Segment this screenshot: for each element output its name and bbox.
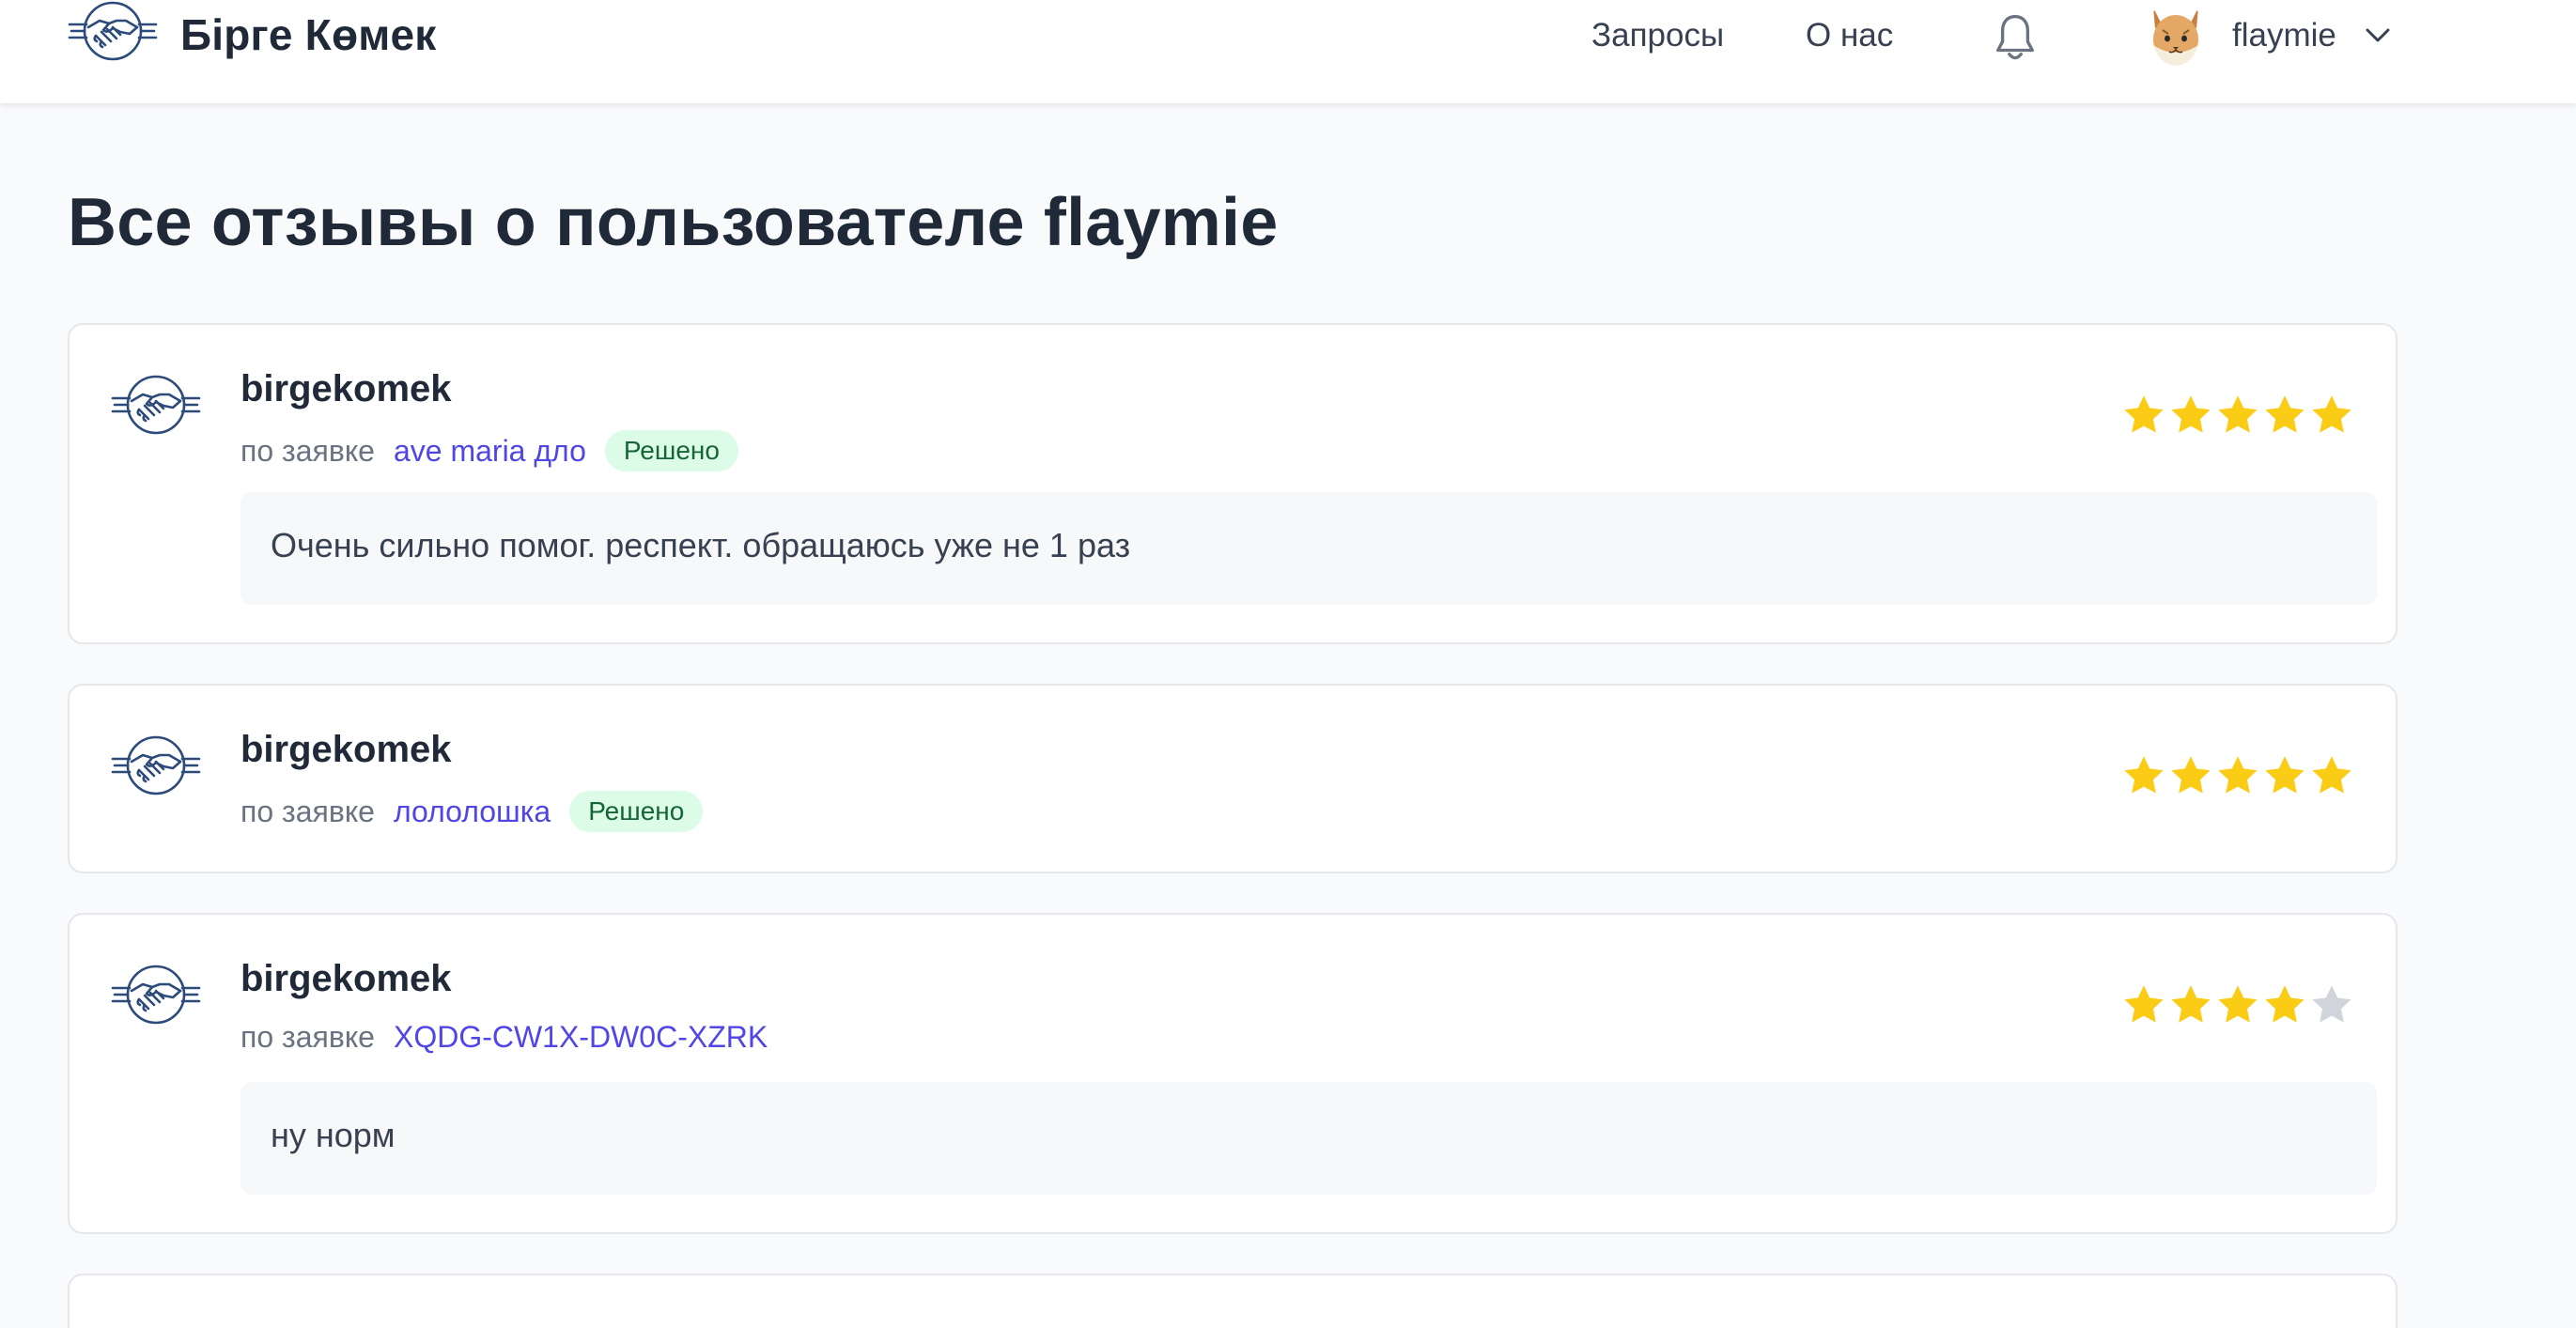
chevron-down-icon[interactable]	[2364, 24, 2392, 47]
star-filled-icon	[2262, 753, 2307, 798]
request-link[interactable]: XQDG-CW1X-DW0C-XZRK	[394, 1020, 768, 1055]
star-filled-icon	[2121, 982, 2166, 1027]
page-title: Все отзывы о пользователе flaymie	[68, 185, 1279, 260]
star-filled-icon	[2121, 393, 2166, 438]
review-card: birgekomek по заявке ave maria дло Решен…	[68, 323, 2398, 644]
request-link[interactable]: лололошка	[394, 795, 551, 829]
star-filled-icon	[2168, 982, 2213, 1027]
review-card: birgekomek по заявке XQDG-CW1X-DW0C-XZRK…	[68, 913, 2398, 1234]
star-filled-icon	[2309, 393, 2354, 438]
lynx-avatar-icon	[2153, 2, 2198, 66]
brand-name[interactable]: Бірге Көмек	[180, 9, 436, 60]
request-prefix: по заявке	[241, 433, 375, 468]
review-comment: ну норм	[241, 1082, 2377, 1195]
star-empty-icon	[2309, 982, 2354, 1027]
nav-link-requests[interactable]: Запросы	[1591, 17, 1724, 54]
status-badge: Решено	[569, 791, 704, 832]
review-meta: по заявке XQDG-CW1X-DW0C-XZRK	[241, 1020, 768, 1055]
review-meta: по заявке лололошка Решено	[241, 791, 704, 832]
handshake-logo-icon[interactable]	[68, 0, 158, 66]
review-comment: Очень сильно помог. респект. обращаюсь у…	[241, 492, 2377, 605]
reviewer-logo-icon	[111, 731, 201, 800]
reviewer-logo-icon	[111, 960, 201, 1029]
star-filled-icon	[2215, 982, 2260, 1027]
username[interactable]: flaymie	[2232, 17, 2336, 54]
star-rating	[2121, 393, 2354, 438]
review-author: birgekomek	[241, 958, 452, 999]
request-prefix: по заявке	[241, 1020, 375, 1054]
reviewer-logo-icon	[111, 370, 201, 440]
review-card: birgekomek по заявке лололошка Решено	[68, 684, 2398, 873]
page: Бірге Көмек Запросы О нас flaymie Все от…	[0, 0, 2576, 1328]
request-link[interactable]: ave maria дло	[394, 434, 586, 469]
star-rating	[2121, 753, 2354, 798]
star-rating	[2121, 982, 2354, 1027]
review-author: birgekomek	[241, 368, 452, 409]
nav-link-about[interactable]: О нас	[1806, 17, 1893, 54]
star-filled-icon	[2168, 753, 2213, 798]
star-filled-icon	[2215, 753, 2260, 798]
star-filled-icon	[2262, 982, 2307, 1027]
review-author: birgekomek	[241, 729, 452, 770]
star-filled-icon	[2215, 393, 2260, 438]
star-filled-icon	[2121, 753, 2166, 798]
request-prefix: по заявке	[241, 794, 375, 828]
review-meta: по заявке ave maria дло Решено	[241, 430, 738, 471]
star-filled-icon	[2262, 393, 2307, 438]
user-avatar[interactable]	[2144, 2, 2208, 69]
star-filled-icon	[2309, 753, 2354, 798]
status-badge: Решено	[604, 430, 738, 471]
bell-icon[interactable]	[1990, 11, 2041, 66]
review-card	[68, 1274, 2398, 1328]
top-navbar: Бірге Көмек Запросы О нас flaymie	[0, 0, 2576, 103]
star-filled-icon	[2168, 393, 2213, 438]
